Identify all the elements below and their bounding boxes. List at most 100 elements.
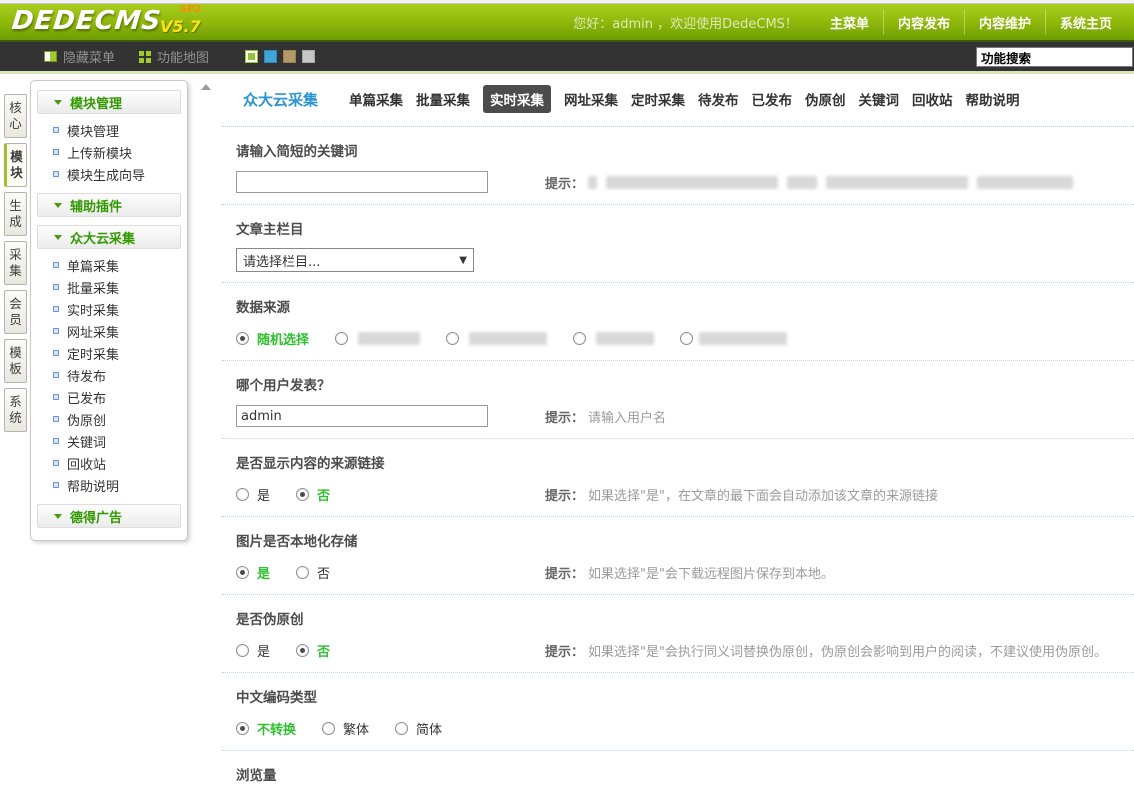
sidebar-item[interactable]: 定时采集 <box>37 342 181 364</box>
bullet-icon <box>53 460 59 466</box>
sidebar-tab-module[interactable]: 模块 <box>4 143 27 187</box>
bullet-icon <box>53 306 59 312</box>
collect-tab-bar: 众大云采集 单篇采集 批量采集 实时采集 网址采集 定时采集 待发布 已发布 伪… <box>216 76 1134 113</box>
tab-recycle-bin[interactable]: 回收站 <box>912 89 953 109</box>
radio-no-convert[interactable]: 不转换 <box>236 719 296 738</box>
section-aux-plugins[interactable]: 辅助插件 <box>37 193 181 217</box>
chevron-down-icon <box>54 100 62 105</box>
sidebar-tab-system[interactable]: 系统 <box>4 388 27 432</box>
redacted-text <box>606 176 778 189</box>
tab-single-collect[interactable]: 单篇采集 <box>349 89 403 109</box>
radio-source-option[interactable] <box>335 332 420 345</box>
radio-yes[interactable]: 是 <box>236 485 270 504</box>
radio-simplified[interactable]: 简体 <box>395 719 442 738</box>
field-hint: 提示：如果选择"是"，在文章的最下面会自动添加该文章的来源链接 <box>545 485 938 504</box>
bullet-icon <box>53 482 59 488</box>
bullet-icon <box>53 149 59 155</box>
section-module-manage[interactable]: 模块管理 <box>37 90 181 114</box>
logo-sp-badge: SP2 <box>180 4 202 15</box>
hide-menu-button[interactable]: 隐藏菜单 <box>44 47 115 66</box>
tab-batch-collect[interactable]: 批量采集 <box>416 89 470 109</box>
sidebar-tab-member[interactable]: 会员 <box>4 290 27 334</box>
tab-help[interactable]: 帮助说明 <box>966 89 1020 109</box>
theme-gray-button[interactable] <box>302 50 315 63</box>
category-select[interactable]: 请选择栏目... ▼ <box>236 248 474 272</box>
radio-traditional[interactable]: 繁体 <box>322 719 369 738</box>
sidebar-tab-core[interactable]: 核心 <box>4 94 27 138</box>
sidebar-item[interactable]: 帮助说明 <box>37 474 181 496</box>
username-input[interactable] <box>236 405 488 427</box>
radio-no[interactable]: 否 <box>296 485 330 504</box>
section-dede-ads[interactable]: 德得广告 <box>37 504 181 528</box>
module-tab-strip: 核心 模块 生成 采集 会员 模板 系统 <box>4 94 28 437</box>
radio-source-option[interactable] <box>680 332 787 345</box>
sidebar-item[interactable]: 回收站 <box>37 452 181 474</box>
tab-realtime-collect[interactable]: 实时采集 <box>483 85 551 113</box>
chevron-down-icon <box>54 203 62 208</box>
tab-keywords[interactable]: 关键词 <box>859 89 900 109</box>
radio-icon <box>296 566 309 579</box>
theme-color-picker <box>245 50 315 63</box>
sidebar-item[interactable]: 单篇采集 <box>37 254 181 276</box>
sidebar-tab-collect[interactable]: 采集 <box>4 241 27 285</box>
radio-icon <box>335 332 348 345</box>
form-row-keyword: 请输入简短的关键词 提示： <box>222 127 1134 205</box>
tab-url-collect[interactable]: 网址采集 <box>564 89 618 109</box>
tab-pending[interactable]: 待发布 <box>698 89 739 109</box>
field-hint: 提示：如果选择"是"会下载远程图片保存到本地。 <box>545 563 834 582</box>
sidebar-item[interactable]: 模块管理 <box>37 119 181 141</box>
field-label: 浏览量 <box>236 764 1134 784</box>
sidebar-item[interactable]: 关键词 <box>37 430 181 452</box>
theme-blue-button[interactable] <box>264 50 277 63</box>
form-row-category: 文章主栏目 请选择栏目... ▼ <box>222 205 1134 283</box>
bullet-icon <box>53 284 59 290</box>
sidebar-item[interactable]: 模块生成向导 <box>37 163 181 185</box>
form-row-views: 浏览量 <box>222 751 1134 804</box>
sidebar-tab-template[interactable]: 模板 <box>4 339 27 383</box>
radio-yes[interactable]: 是 <box>236 563 270 582</box>
menu-main[interactable]: 主菜单 <box>816 10 883 35</box>
sidebar-item[interactable]: 实时采集 <box>37 298 181 320</box>
function-search-input[interactable] <box>976 47 1133 67</box>
section-cloud-collect[interactable]: 众大云采集 <box>37 225 181 249</box>
sidebar-item[interactable]: 待发布 <box>37 364 181 386</box>
menu-content-publish[interactable]: 内容发布 <box>883 10 964 35</box>
sidebar-item[interactable]: 网址采集 <box>37 320 181 342</box>
theme-tan-button[interactable] <box>283 50 296 63</box>
sidebar-tab-generate[interactable]: 生成 <box>4 192 27 236</box>
redacted-text <box>596 332 654 345</box>
tab-timed-collect[interactable]: 定时采集 <box>631 89 685 109</box>
field-label: 哪个用户发表？ <box>236 374 1134 394</box>
radio-yes[interactable]: 是 <box>236 641 270 660</box>
function-map-button[interactable]: 功能地图 <box>139 47 209 66</box>
scroll-up-icon[interactable] <box>201 84 211 90</box>
radio-icon <box>322 722 335 735</box>
radio-no[interactable]: 否 <box>296 563 330 582</box>
tab-pseudo-original[interactable]: 伪原创 <box>805 89 846 109</box>
main-content: 众大云采集 单篇采集 批量采集 实时采集 网址采集 定时采集 待发布 已发布 伪… <box>216 76 1134 732</box>
radio-source-option[interactable] <box>446 332 547 345</box>
menu-content-maintain[interactable]: 内容维护 <box>964 10 1045 35</box>
radio-random-select[interactable]: 随机选择 <box>236 329 309 348</box>
dedecms-logo: DEDECMS V5.7 SP2 <box>12 5 212 39</box>
field-label: 请输入简短的关键词 <box>236 140 1134 160</box>
sidebar-item[interactable]: 已发布 <box>37 386 181 408</box>
sidebar-item[interactable]: 伪原创 <box>37 408 181 430</box>
redacted-text <box>469 332 547 345</box>
form-row-pseudo-original: 是否伪原创 是 否 提示：如果选择"是"会执行同义词替换伪原创，伪原创会影响到用… <box>222 595 1134 673</box>
sidebar-item[interactable]: 批量采集 <box>37 276 181 298</box>
bullet-icon <box>53 394 59 400</box>
radio-icon <box>446 332 459 345</box>
grid-icon <box>139 51 151 63</box>
radio-icon <box>236 722 249 735</box>
keyword-input[interactable] <box>236 171 488 193</box>
theme-green-button[interactable] <box>245 50 258 63</box>
form-row-encoding: 中文编码类型 不转换 繁体 简体 <box>222 673 1134 751</box>
tab-published[interactable]: 已发布 <box>752 89 793 109</box>
sidebar-item[interactable]: 上传新模块 <box>37 141 181 163</box>
menu-system-home[interactable]: 系统主页 <box>1045 10 1126 35</box>
form-row-source: 数据来源 随机选择 <box>222 283 1134 361</box>
redacted-text <box>358 332 420 345</box>
radio-source-option[interactable] <box>573 332 654 345</box>
radio-no[interactable]: 否 <box>296 641 330 660</box>
